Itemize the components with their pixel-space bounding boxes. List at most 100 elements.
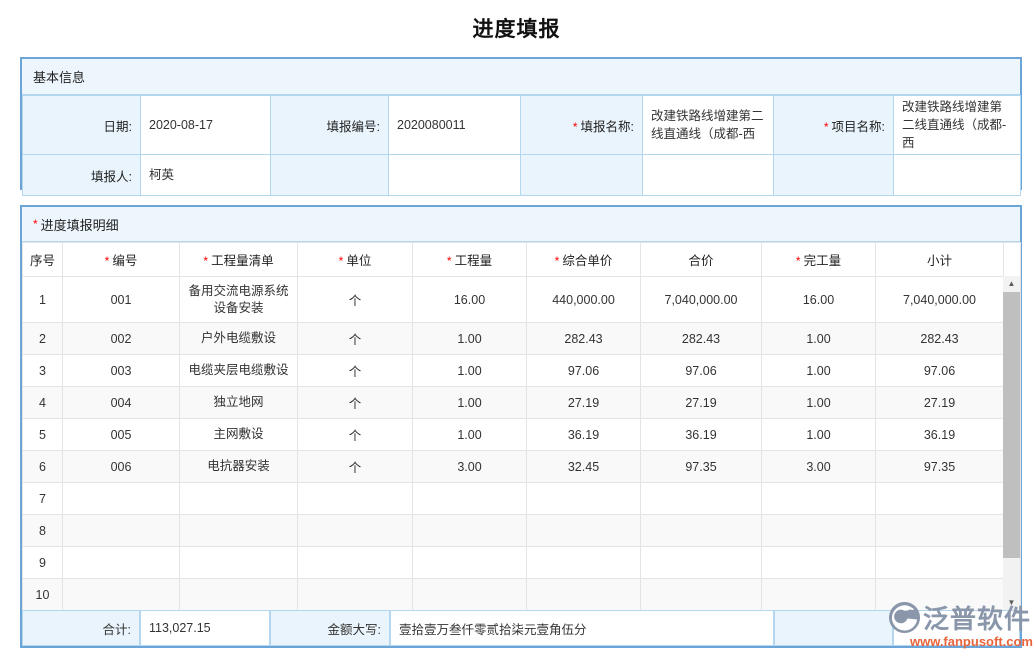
project-name-value: 改建铁路线增建第二线直通线（成都-西: [894, 96, 1021, 155]
cell-price: [527, 579, 641, 611]
cell-done: [762, 483, 876, 515]
cell-no: 2: [23, 323, 63, 355]
cell-name: 电缆夹层电缆敷设: [180, 355, 298, 387]
cell-no: 5: [23, 419, 63, 451]
table-row: 9: [23, 547, 1021, 579]
empty-cell: [774, 610, 893, 646]
cell-price: 27.19: [527, 387, 641, 419]
cell-amount: [641, 483, 762, 515]
cell-no: 1: [23, 277, 63, 323]
cell-amount: 7,040,000.00: [641, 277, 762, 323]
cell-subtotal: 27.19: [876, 387, 1004, 419]
cell-no: 9: [23, 547, 63, 579]
cell-done: 1.00: [762, 419, 876, 451]
empty-cell: [774, 155, 894, 196]
table-row: 8: [23, 515, 1021, 547]
scroll-up-icon: ▲: [1008, 279, 1016, 288]
required-mark: *: [33, 217, 38, 231]
cell-name: [180, 579, 298, 611]
project-name-label: *项目名称:: [774, 96, 894, 155]
cell-qty: 1.00: [413, 387, 527, 419]
table-row: 4 004 独立地网 个 1.00 27.19 27.19 1.00 27.19: [23, 387, 1021, 419]
cell-qty: 16.00: [413, 277, 527, 323]
cell-done: 1.00: [762, 355, 876, 387]
cell-amount: 282.43: [641, 323, 762, 355]
cell-done: 1.00: [762, 387, 876, 419]
cell-code: [63, 547, 180, 579]
empty-cell: [389, 155, 521, 196]
amount-words-label: 金额大写:: [270, 610, 390, 646]
basic-info-section-title: 基本信息: [33, 67, 85, 86]
cell-name: 户外电缆敷设: [180, 323, 298, 355]
empty-cell: [894, 155, 1021, 196]
cell-amount: 27.19: [641, 387, 762, 419]
details-table: 序号 *编号 *工程量清单 *单位 *工程量 *综合单价 合价 *完工量 小计 …: [22, 242, 1021, 611]
col-label: 编号: [112, 254, 137, 268]
watermark-url: www.fanpusoft.com: [888, 634, 1033, 649]
cell-no: 8: [23, 515, 63, 547]
cell-subtotal: 97.35: [876, 451, 1004, 483]
cell-no: 10: [23, 579, 63, 611]
empty-cell: [521, 155, 643, 196]
cell-subtotal: [876, 483, 1004, 515]
required-mark: *: [555, 254, 560, 268]
basic-info-section-header: 基本信息: [22, 59, 1020, 95]
totals-row: 合计: 113,027.15 金额大写: 壹拾壹万叁仟零贰拾柒元壹角伍分: [22, 610, 1020, 646]
table-row: 3 003 电缆夹层电缆敷设 个 1.00 97.06 97.06 1.00 9…: [23, 355, 1021, 387]
required-mark: *: [339, 254, 344, 268]
cell-done: [762, 547, 876, 579]
cell-code: 005: [63, 419, 180, 451]
col-label: 完工量: [804, 254, 842, 268]
required-mark: *: [573, 120, 578, 134]
details-section-title: 进度填报明细: [41, 215, 119, 234]
report-name-value: 改建铁路线增建第二线直通线（成都-西: [643, 96, 774, 155]
empty-cell: [271, 155, 389, 196]
cell-subtotal: 97.06: [876, 355, 1004, 387]
col-label: 工程量: [455, 254, 493, 268]
cell-subtotal: [876, 515, 1004, 547]
cell-unit: 个: [298, 355, 413, 387]
col-header-amount: 合价: [641, 243, 762, 277]
cell-subtotal: 282.43: [876, 323, 1004, 355]
col-label: 合价: [688, 254, 713, 268]
cell-done: [762, 515, 876, 547]
date-label: 日期:: [23, 96, 141, 155]
basic-info-panel: 基本信息 日期: 2020-08-17 填报编号: 2020080011 *填报…: [20, 57, 1022, 190]
cell-code: 002: [63, 323, 180, 355]
scrollbar-gutter: [1004, 243, 1021, 277]
col-header-boq: *工程量清单: [180, 243, 298, 277]
cell-amount: [641, 579, 762, 611]
cell-qty: 3.00: [413, 451, 527, 483]
cell-price: 282.43: [527, 323, 641, 355]
table-row: 6 006 电抗器安装 个 3.00 32.45 97.35 3.00 97.3…: [23, 451, 1021, 483]
cell-code: 006: [63, 451, 180, 483]
cell-subtotal: 36.19: [876, 419, 1004, 451]
cell-subtotal: [876, 547, 1004, 579]
cell-amount: [641, 515, 762, 547]
report-no-value: 2020080011: [389, 96, 521, 155]
required-mark: *: [447, 254, 452, 268]
details-section-header: * 进度填报明细: [22, 207, 1020, 242]
amount-words-value: 壹拾壹万叁仟零贰拾柒元壹角伍分: [390, 610, 774, 646]
required-mark: *: [824, 120, 829, 134]
cell-done: 1.00: [762, 323, 876, 355]
col-header-subtotal: 小计: [876, 243, 1004, 277]
cell-price: 97.06: [527, 355, 641, 387]
vendor-watermark: 泛普软件 www.fanpusoft.com: [888, 599, 1033, 649]
cell-code: [63, 483, 180, 515]
cell-name: [180, 515, 298, 547]
col-label: 综合单价: [562, 254, 612, 268]
total-value: 113,027.15: [140, 610, 270, 646]
cell-price: 32.45: [527, 451, 641, 483]
cell-unit: 个: [298, 387, 413, 419]
cell-no: 3: [23, 355, 63, 387]
scrollbar-thumb[interactable]: [1003, 292, 1020, 558]
cell-unit: 个: [298, 323, 413, 355]
required-mark: *: [796, 254, 801, 268]
cell-code: 003: [63, 355, 180, 387]
cell-qty: [413, 483, 527, 515]
cell-qty: 1.00: [413, 323, 527, 355]
cell-unit: 个: [298, 451, 413, 483]
vertical-scrollbar[interactable]: ▲ ▼: [1003, 276, 1020, 610]
scroll-up-button[interactable]: ▲: [1003, 276, 1020, 291]
